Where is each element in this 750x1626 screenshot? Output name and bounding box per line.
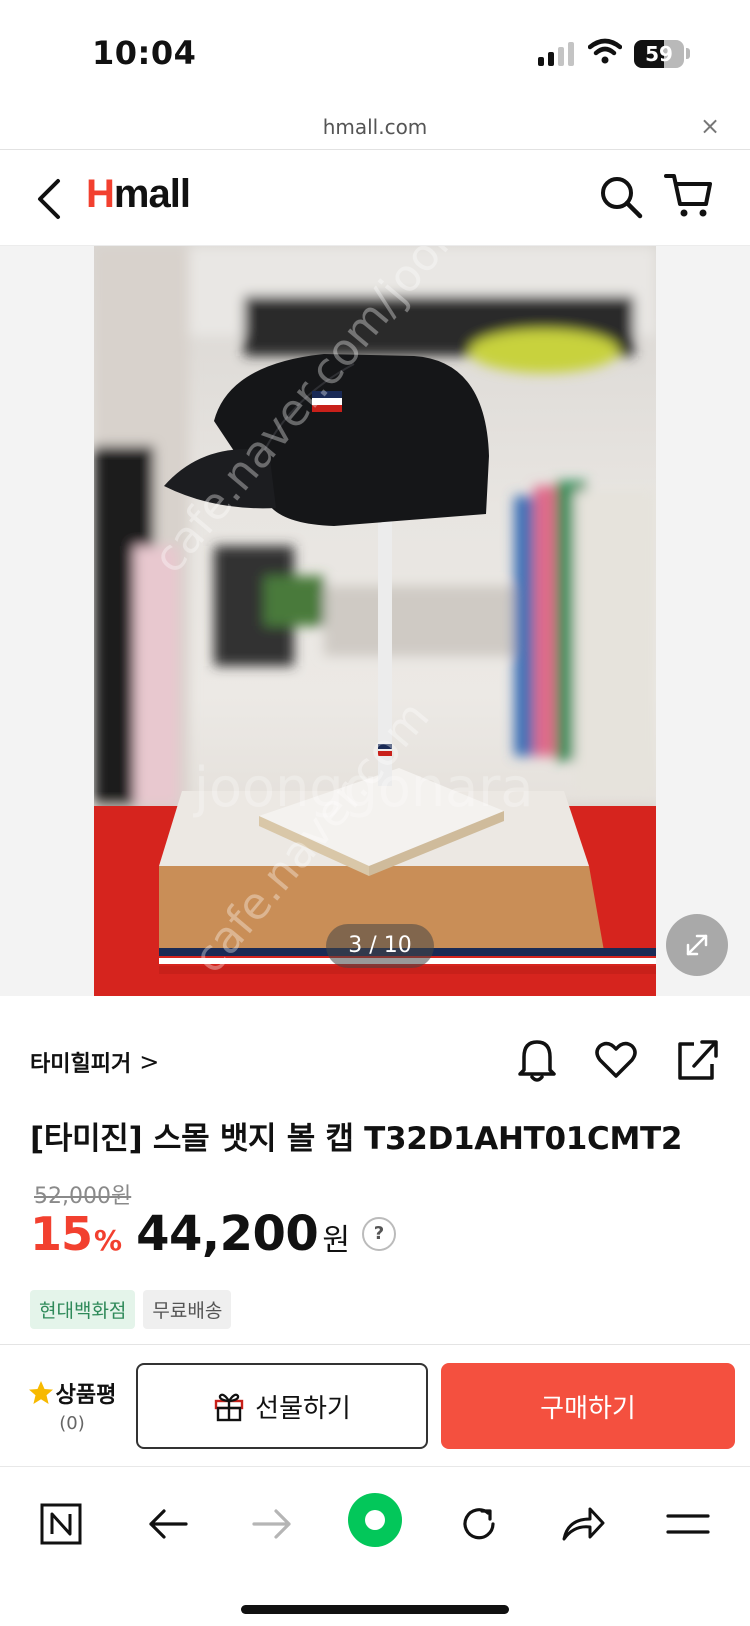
product-photo[interactable]: cafe.naver.com/joong joonggonara cafe.na… — [94, 246, 656, 996]
gift-label: 선물하기 — [255, 1393, 351, 1424]
product-title: [타미진] 스몰 뱃지 볼 캡 T32D1AHT01CMT2 — [30, 1121, 683, 1157]
wifi-icon — [588, 38, 622, 64]
discount-rate: 15 — [30, 1207, 93, 1261]
url-text[interactable]: hmall.com — [0, 115, 750, 139]
arrow-back-icon[interactable] — [146, 1503, 190, 1545]
price-row: 15 % 44,200 원 ? — [30, 1206, 396, 1262]
back-icon[interactable] — [34, 178, 64, 220]
currency-unit: 원 — [322, 1223, 350, 1258]
home-indicator[interactable] — [241, 1605, 509, 1614]
browser-url-bar[interactable]: hmall.com × — [0, 100, 750, 150]
status-bar: 10:04 59 — [0, 0, 750, 100]
brand-link[interactable]: 타미힐피거 > — [30, 1046, 159, 1078]
share-arrow-icon[interactable] — [560, 1503, 606, 1545]
brand-name: 타미힐피거 — [30, 1052, 132, 1077]
star-icon — [28, 1381, 53, 1404]
review-button[interactable]: 상품평 (0) — [20, 1377, 124, 1434]
gift-icon — [214, 1393, 244, 1422]
expand-icon — [686, 934, 708, 956]
review-count: (0) — [59, 1413, 85, 1434]
cart-icon[interactable] — [664, 172, 714, 220]
discount-unit: % — [94, 1224, 123, 1257]
naver-n-icon[interactable] — [40, 1503, 82, 1545]
green-dot-icon[interactable] — [346, 1491, 404, 1549]
sale-price: 44,200 — [136, 1206, 319, 1262]
price-help-icon[interactable]: ? — [361, 1217, 396, 1251]
arrow-forward-icon[interactable] — [250, 1503, 294, 1545]
chevron-right-icon: > — [139, 1048, 160, 1076]
review-label: 상품평 — [55, 1383, 117, 1408]
battery-level: 59 — [645, 42, 673, 66]
buy-button[interactable]: 구매하기 — [441, 1363, 735, 1449]
gift-button[interactable]: 선물하기 — [136, 1363, 428, 1449]
product-tags: 현대백화점 무료배송 — [30, 1290, 232, 1329]
purchase-bar: 상품평 (0) 선물하기 구매하기 — [0, 1344, 750, 1466]
close-icon[interactable]: × — [700, 112, 720, 140]
menu-icon[interactable] — [666, 1503, 710, 1545]
cellular-signal-icon — [538, 42, 574, 66]
battery-icon: 59 — [634, 40, 684, 68]
bell-icon[interactable] — [514, 1036, 560, 1084]
browser-toolbar — [0, 1466, 750, 1626]
refresh-icon[interactable] — [458, 1503, 500, 1545]
tag-free-shipping: 무료배송 — [143, 1290, 232, 1329]
tag-department-store: 현대백화점 — [30, 1290, 136, 1329]
product-image-gallery[interactable]: cafe.naver.com/joong joonggonara cafe.na… — [0, 246, 750, 996]
share-icon[interactable] — [674, 1036, 720, 1084]
heart-icon[interactable] — [592, 1036, 640, 1084]
hmall-logo[interactable]: Hmall — [86, 172, 191, 217]
image-counter: 3 / 10 — [326, 924, 434, 968]
expand-button[interactable] — [666, 914, 728, 976]
app-header: Hmall — [0, 150, 750, 246]
search-icon[interactable] — [598, 174, 644, 220]
status-time: 10:04 — [92, 34, 197, 72]
product-photo-illustration: cafe.naver.com/joong joonggonara cafe.na… — [94, 246, 656, 996]
